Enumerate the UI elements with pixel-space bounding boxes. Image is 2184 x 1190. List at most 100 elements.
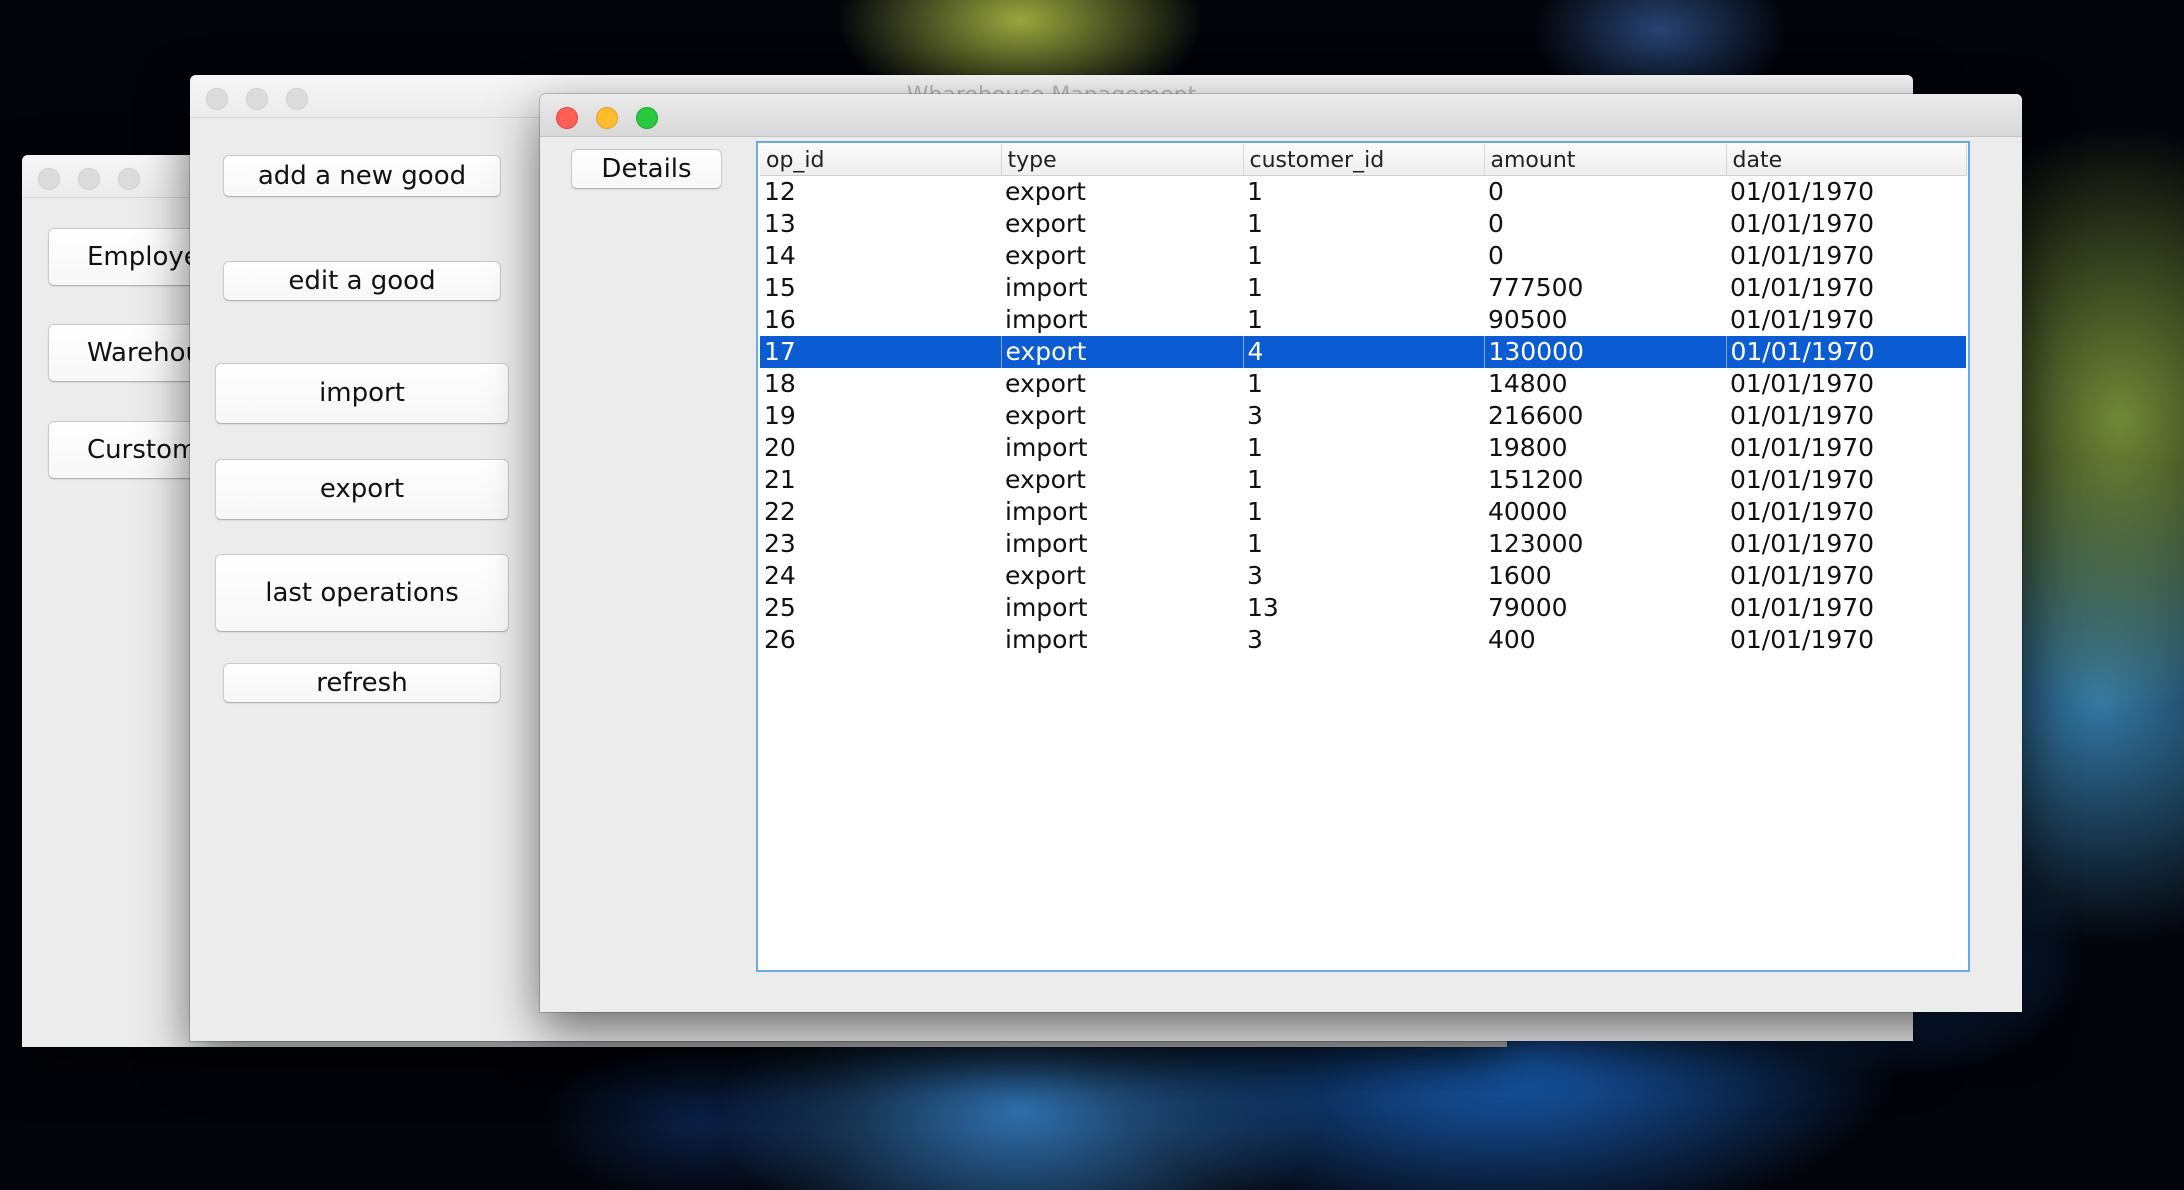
zoom-button[interactable] — [118, 168, 140, 190]
table-cell[interactable]: 123000 — [1484, 528, 1726, 560]
table-cell[interactable]: 3 — [1243, 400, 1484, 432]
table-cell[interactable]: 40000 — [1484, 496, 1726, 528]
table-cell[interactable]: 151200 — [1484, 464, 1726, 496]
table-cell[interactable]: 1600 — [1484, 560, 1726, 592]
table-cell[interactable]: 79000 — [1484, 592, 1726, 624]
close-button[interactable] — [38, 168, 60, 190]
zoom-button[interactable] — [636, 107, 658, 129]
table-row[interactable]: 19 export 3 216600 01/01/1970 — [760, 400, 1966, 432]
table-cell[interactable]: export — [1001, 560, 1243, 592]
table-cell[interactable]: import — [1001, 592, 1243, 624]
table-cell[interactable]: import — [1001, 272, 1243, 304]
table-cell[interactable]: 130000 — [1483, 336, 1726, 368]
table-cell[interactable]: 01/01/1970 — [1726, 176, 1966, 209]
table-cell[interactable]: 216600 — [1484, 400, 1726, 432]
table-row[interactable]: 18 export 1 14800 01/01/1970 — [760, 368, 1966, 400]
table-cell[interactable]: 0 — [1484, 240, 1726, 272]
table-cell[interactable]: 01/01/1970 — [1726, 496, 1966, 528]
table-cell[interactable]: export — [1001, 208, 1243, 240]
table-row[interactable]: 24 export 3 1600 01/01/1970 — [760, 560, 1966, 592]
table-cell[interactable]: 777500 — [1484, 272, 1726, 304]
column-header[interactable]: amount — [1484, 145, 1727, 176]
export-button[interactable]: export — [215, 459, 509, 520]
table-cell[interactable]: 19800 — [1484, 432, 1726, 464]
table-cell[interactable]: 14 — [760, 240, 1001, 272]
table-cell[interactable]: export — [1001, 368, 1243, 400]
table-cell[interactable]: 01/01/1970 — [1726, 560, 1966, 592]
table-cell[interactable]: 01/01/1970 — [1726, 208, 1966, 240]
table-cell[interactable]: 16 — [760, 304, 1001, 336]
table-cell[interactable]: 0 — [1484, 208, 1726, 240]
table-row[interactable]: 25 import 13 79000 01/01/1970 — [760, 592, 1966, 624]
table-cell[interactable]: 4 — [1242, 336, 1484, 368]
table-cell[interactable]: 13 — [1243, 592, 1484, 624]
table-cell[interactable]: 1 — [1243, 208, 1484, 240]
table-row[interactable]: 15 import 1 777500 01/01/1970 — [760, 272, 1966, 304]
table-cell[interactable]: 15 — [760, 272, 1001, 304]
table-cell[interactable]: 18 — [760, 368, 1001, 400]
column-header[interactable]: customer_id — [1243, 145, 1485, 176]
table-cell[interactable]: 13 — [760, 208, 1001, 240]
table-cell[interactable]: 1 — [1243, 496, 1484, 528]
table-cell[interactable]: 19 — [760, 400, 1001, 432]
table-cell[interactable]: 1 — [1243, 432, 1484, 464]
table-cell[interactable]: 1 — [1243, 368, 1484, 400]
table-row[interactable]: 13 export 1 0 01/01/1970 — [760, 208, 1966, 240]
minimize-button[interactable] — [78, 168, 100, 190]
table-cell[interactable]: export — [1001, 176, 1243, 209]
table-row[interactable]: 16 import 1 90500 01/01/1970 — [760, 304, 1966, 336]
table-cell[interactable]: export — [1000, 336, 1243, 368]
table-row[interactable]: 14 export 1 0 01/01/1970 — [760, 240, 1966, 272]
table-cell[interactable]: export — [1001, 240, 1243, 272]
table-cell[interactable]: 01/01/1970 — [1726, 368, 1966, 400]
last-operations-button[interactable]: last operations — [215, 554, 509, 632]
table-cell[interactable]: 01/01/1970 — [1726, 624, 1966, 656]
table-cell[interactable]: import — [1001, 624, 1243, 656]
table-cell[interactable]: import — [1001, 304, 1243, 336]
close-button[interactable] — [556, 107, 578, 129]
details-button[interactable]: Details — [571, 149, 722, 189]
operations-table-frame[interactable]: op_id type customer_id amount date 12 exp… — [756, 141, 1970, 972]
table-cell[interactable]: export — [1001, 464, 1243, 496]
table-row[interactable]: 26 import 3 400 01/01/1970 — [760, 624, 1966, 656]
edit-good-button[interactable]: edit a good — [223, 261, 501, 301]
table-cell[interactable]: import — [1001, 528, 1243, 560]
table-row[interactable]: 22 import 1 40000 01/01/1970 — [760, 496, 1966, 528]
table-cell[interactable]: 01/01/1970 — [1726, 432, 1966, 464]
table-cell[interactable]: 14800 — [1484, 368, 1726, 400]
column-header[interactable]: op_id — [760, 145, 1002, 176]
table-cell[interactable]: 1 — [1243, 240, 1484, 272]
table-cell[interactable]: 17 — [760, 336, 1001, 368]
table-cell[interactable]: 01/01/1970 — [1726, 592, 1966, 624]
table-cell[interactable]: 3 — [1243, 560, 1484, 592]
table-cell[interactable]: 01/01/1970 — [1726, 304, 1966, 336]
add-good-button[interactable]: add a new good — [223, 155, 501, 197]
table-cell[interactable]: 20 — [760, 432, 1001, 464]
table-cell[interactable]: 90500 — [1484, 304, 1726, 336]
column-header[interactable]: date — [1726, 145, 1967, 176]
table-cell[interactable]: 01/01/1970 — [1726, 240, 1966, 272]
operations-table[interactable]: op_id type customer_id amount date 12 exp… — [760, 145, 1967, 656]
table-cell[interactable]: 01/01/1970 — [1726, 528, 1966, 560]
refresh-button[interactable]: refresh — [223, 663, 501, 703]
table-cell[interactable]: 23 — [760, 528, 1001, 560]
table-cell[interactable]: 22 — [760, 496, 1001, 528]
table-cell[interactable]: 1 — [1243, 272, 1484, 304]
table-cell[interactable]: 01/01/1970 — [1726, 272, 1966, 304]
table-cell[interactable]: 3 — [1243, 624, 1484, 656]
table-cell[interactable]: 1 — [1243, 464, 1484, 496]
table-cell[interactable]: import — [1001, 432, 1243, 464]
table-cell[interactable]: 1 — [1243, 176, 1484, 209]
table-cell[interactable]: 01/01/1970 — [1726, 400, 1966, 432]
title-bar[interactable] — [540, 94, 2022, 137]
table-cell[interactable]: 0 — [1484, 176, 1726, 209]
table-cell[interactable]: 24 — [760, 560, 1001, 592]
table-cell[interactable]: 12 — [760, 176, 1001, 209]
table-row[interactable]: 23 import 1 123000 01/01/1970 — [760, 528, 1966, 560]
table-cell[interactable]: 21 — [760, 464, 1001, 496]
table-cell[interactable]: 25 — [760, 592, 1001, 624]
table-cell[interactable]: import — [1001, 496, 1243, 528]
import-button[interactable]: import — [215, 363, 509, 424]
table-cell[interactable]: 01/01/1970 — [1725, 336, 1966, 368]
table-row[interactable]: 12 export 1 0 01/01/1970 — [760, 176, 1966, 209]
